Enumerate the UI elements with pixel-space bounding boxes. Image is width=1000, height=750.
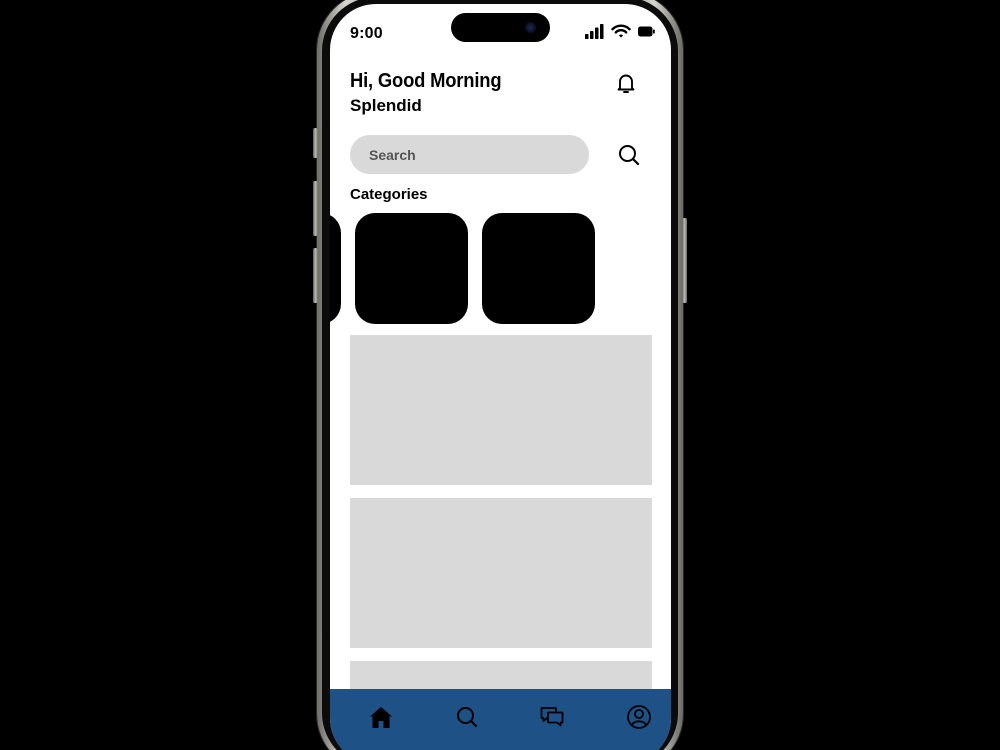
- search-icon[interactable]: [617, 143, 641, 167]
- nav-search-icon[interactable]: [454, 704, 480, 730]
- status-time: 9:00: [350, 25, 383, 42]
- content-card[interactable]: [350, 335, 652, 485]
- battery-icon: [638, 26, 655, 37]
- status-icons: [585, 24, 655, 39]
- power-button: [682, 218, 687, 303]
- action-button: [313, 128, 318, 158]
- nav-profile-icon[interactable]: [626, 704, 652, 730]
- wifi-icon: [611, 24, 631, 39]
- volume-down-button: [313, 248, 318, 303]
- phone-screen: 9:00 Hi, Good Morning Splendid Search Ca…: [330, 4, 671, 750]
- greeting-title: Hi, Good Morning: [350, 70, 502, 92]
- search-input[interactable]: [350, 135, 589, 174]
- cellular-signal-icon: [585, 24, 604, 39]
- categories-title: Categories: [350, 186, 428, 203]
- bell-icon[interactable]: [614, 71, 638, 95]
- front-camera-icon: [525, 22, 536, 33]
- category-item[interactable]: [330, 213, 341, 324]
- category-item[interactable]: [482, 213, 595, 324]
- bottom-nav: [330, 689, 671, 750]
- nav-chat-icon[interactable]: [539, 704, 565, 730]
- category-item[interactable]: [355, 213, 468, 324]
- user-name: Splendid: [350, 96, 422, 115]
- volume-up-button: [313, 181, 318, 236]
- stage: 9:00 Hi, Good Morning Splendid Search Ca…: [0, 0, 1000, 750]
- nav-home-icon[interactable]: [368, 704, 394, 730]
- dynamic-island: [451, 13, 550, 42]
- content-card[interactable]: [350, 498, 652, 648]
